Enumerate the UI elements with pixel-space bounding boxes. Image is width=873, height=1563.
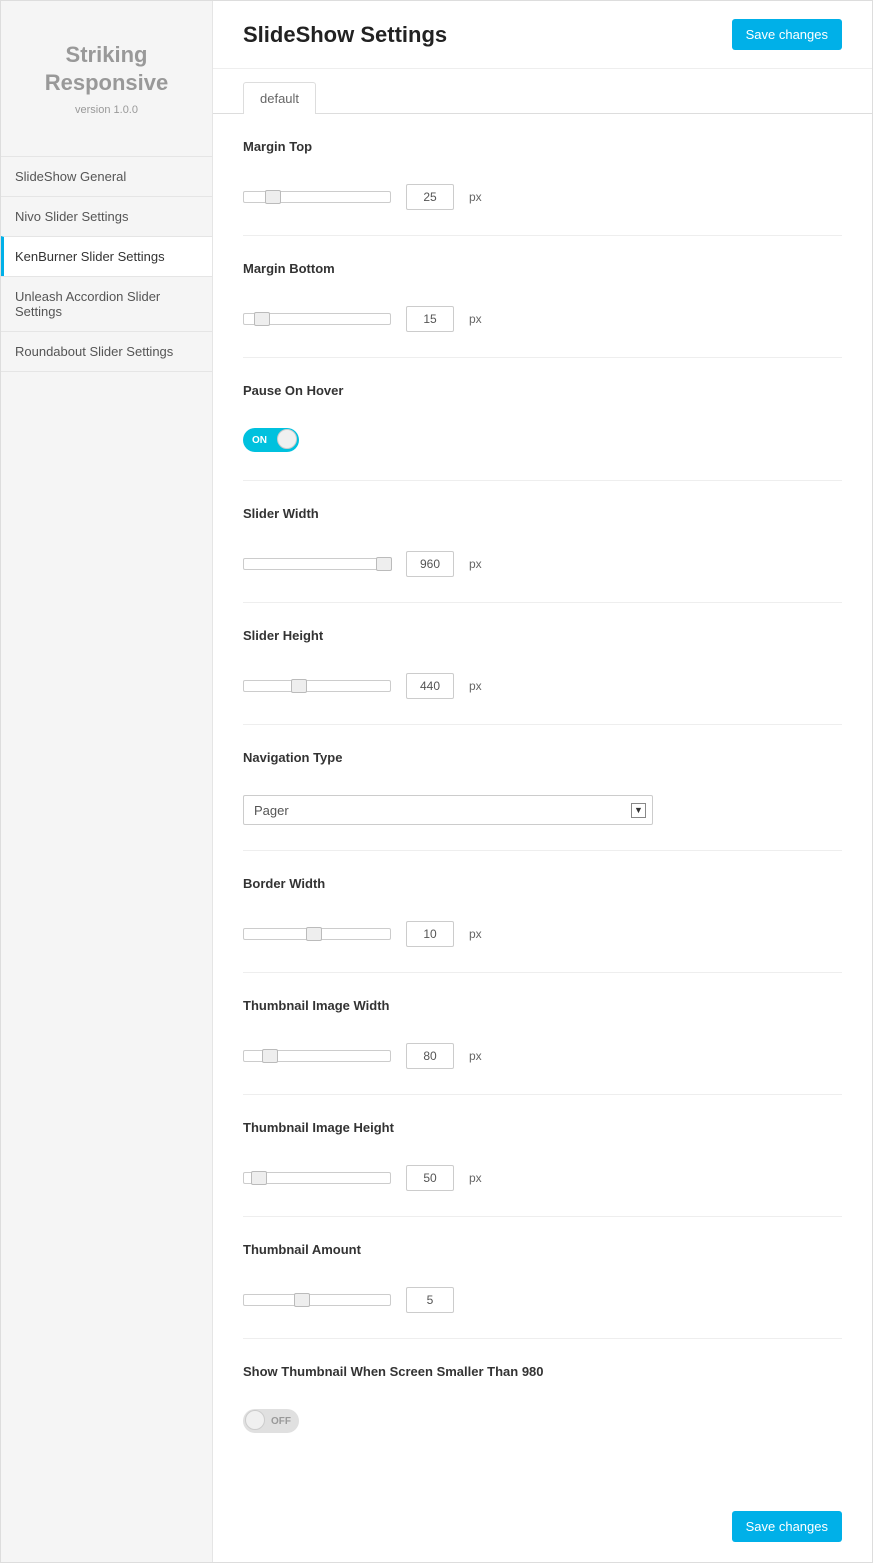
field-label: Margin Bottom (243, 261, 842, 276)
footer-actions: Save changes (213, 1491, 872, 1562)
field-margin-bottom: Margin Bottom px (243, 236, 842, 358)
field-label: Show Thumbnail When Screen Smaller Than … (243, 1364, 842, 1379)
toggle-show-thumb-small[interactable]: OFF (243, 1409, 299, 1433)
input-margin-top[interactable] (406, 184, 454, 210)
input-thumb-height[interactable] (406, 1165, 454, 1191)
field-label: Border Width (243, 876, 842, 891)
slider-thumb[interactable] (294, 1293, 310, 1307)
sidebar-item-slideshow-general[interactable]: SlideShow General (1, 156, 212, 197)
field-thumb-height: Thumbnail Image Height px (243, 1095, 842, 1217)
input-thumb-amount[interactable] (406, 1287, 454, 1313)
sidebar: Striking Responsive version 1.0.0 SlideS… (1, 1, 213, 1562)
unit-label: px (469, 557, 482, 571)
field-label: Thumbnail Image Height (243, 1120, 842, 1135)
field-thumb-amount: Thumbnail Amount (243, 1217, 842, 1339)
fields-container: Margin Top px Margin Bottom px (213, 114, 872, 1491)
slider-border-width[interactable] (243, 928, 391, 940)
field-border-width: Border Width px (243, 851, 842, 973)
toggle-off-label: OFF (271, 1416, 291, 1427)
tabs-bar: default (213, 81, 872, 114)
input-margin-bottom[interactable] (406, 306, 454, 332)
select-value: Pager (254, 803, 289, 818)
page-header: SlideShow Settings Save changes (213, 1, 872, 69)
field-slider-width: Slider Width px (243, 481, 842, 603)
sidebar-title: Striking Responsive (11, 41, 202, 96)
slider-thumb[interactable] (262, 1049, 278, 1063)
field-label: Slider Height (243, 628, 842, 643)
slider-thumb[interactable] (251, 1171, 267, 1185)
sidebar-item-nivo[interactable]: Nivo Slider Settings (1, 196, 212, 237)
slider-thumb-height[interactable] (243, 1172, 391, 1184)
slider-thumb[interactable] (291, 679, 307, 693)
unit-label: px (469, 679, 482, 693)
input-thumb-width[interactable] (406, 1043, 454, 1069)
unit-label: px (469, 190, 482, 204)
field-show-thumb-small: Show Thumbnail When Screen Smaller Than … (243, 1339, 842, 1461)
field-label: Pause On Hover (243, 383, 842, 398)
input-slider-height[interactable] (406, 673, 454, 699)
field-label: Thumbnail Amount (243, 1242, 842, 1257)
field-slider-height: Slider Height px (243, 603, 842, 725)
save-button-bottom[interactable]: Save changes (732, 1511, 842, 1542)
sidebar-version: version 1.0.0 (11, 104, 202, 116)
toggle-on-label: ON (252, 435, 267, 446)
unit-label: px (469, 1049, 482, 1063)
page-title: SlideShow Settings (243, 22, 447, 48)
field-navigation-type: Navigation Type Pager ▼ (243, 725, 842, 851)
field-label: Slider Width (243, 506, 842, 521)
input-border-width[interactable] (406, 921, 454, 947)
main-panel: SlideShow Settings Save changes default … (213, 1, 872, 1562)
unit-label: px (469, 312, 482, 326)
slider-margin-bottom[interactable] (243, 313, 391, 325)
field-label: Thumbnail Image Width (243, 998, 842, 1013)
input-slider-width[interactable] (406, 551, 454, 577)
field-label: Margin Top (243, 139, 842, 154)
slider-thumb-amount[interactable] (243, 1294, 391, 1306)
app-container: Striking Responsive version 1.0.0 SlideS… (0, 0, 873, 1563)
sidebar-header: Striking Responsive version 1.0.0 (1, 1, 212, 141)
slider-thumb[interactable] (306, 927, 322, 941)
slider-margin-top[interactable] (243, 191, 391, 203)
field-thumb-width: Thumbnail Image Width px (243, 973, 842, 1095)
sidebar-item-unleash[interactable]: Unleash Accordion Slider Settings (1, 276, 212, 332)
sidebar-item-roundabout[interactable]: Roundabout Slider Settings (1, 331, 212, 372)
slider-thumb[interactable] (265, 190, 281, 204)
sidebar-item-kenburner[interactable]: KenBurner Slider Settings (1, 236, 212, 277)
slider-thumb[interactable] (376, 557, 392, 571)
unit-label: px (469, 927, 482, 941)
unit-label: px (469, 1171, 482, 1185)
toggle-knob (277, 429, 297, 449)
tab-default[interactable]: default (243, 82, 316, 114)
slider-thumb-width[interactable] (243, 1050, 391, 1062)
slider-slider-width[interactable] (243, 558, 391, 570)
field-margin-top: Margin Top px (243, 114, 842, 236)
toggle-knob (245, 1410, 265, 1430)
toggle-pause-on-hover[interactable]: ON (243, 428, 299, 452)
slider-thumb[interactable] (254, 312, 270, 326)
select-navigation-type[interactable]: Pager ▼ (243, 795, 653, 825)
chevron-down-icon: ▼ (631, 803, 646, 818)
sidebar-nav: SlideShow General Nivo Slider Settings K… (1, 156, 212, 371)
slider-slider-height[interactable] (243, 680, 391, 692)
save-button-top[interactable]: Save changes (732, 19, 842, 50)
field-label: Navigation Type (243, 750, 842, 765)
field-pause-on-hover: Pause On Hover ON (243, 358, 842, 481)
